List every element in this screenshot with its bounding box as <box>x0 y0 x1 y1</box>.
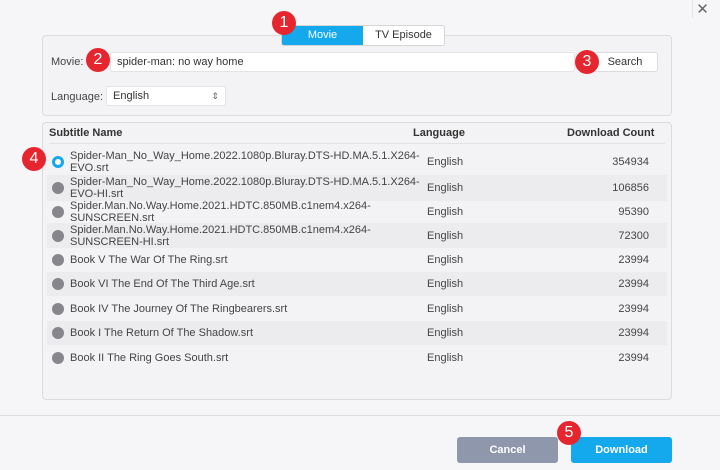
step-badge-2: 2 <box>86 48 110 72</box>
footer-divider <box>0 415 720 416</box>
table-row[interactable]: Book I The Return Of The Shadow.srt Engl… <box>47 321 667 345</box>
search-button[interactable]: Search <box>592 52 658 72</box>
download-count: 95390 <box>618 206 649 218</box>
download-count: 23994 <box>618 327 649 339</box>
table-row[interactable]: Book II The Ring Goes South.srt English … <box>47 346 667 370</box>
subtitle-language: English <box>427 352 464 364</box>
table-row[interactable]: Book VI The End Of The Third Age.srt Eng… <box>47 272 667 296</box>
subtitle-name: Book VI The End Of The Third Age.srt <box>70 278 255 290</box>
step-badge-3: 3 <box>575 50 599 74</box>
subtitle-language: English <box>427 303 464 315</box>
step-badge-4: 4 <box>22 147 46 171</box>
download-count: 23994 <box>618 303 649 315</box>
step-badge-5: 5 <box>557 421 581 445</box>
download-count: 23994 <box>618 352 649 364</box>
tab-tv-episode[interactable]: TV Episode <box>363 26 444 45</box>
header-language: Language <box>413 127 465 139</box>
radio-button[interactable] <box>52 254 64 266</box>
select-arrows-icon: ⇕ <box>211 91 219 101</box>
subtitle-name: Book V The War Of The Ring.srt <box>70 254 228 266</box>
mode-tabs: Movie TV Episode <box>281 25 445 46</box>
subtitle-name: Spider.Man.No.Way.Home.2021.HDTC.850MB.c… <box>70 223 371 248</box>
download-button[interactable]: Download <box>571 437 672 463</box>
subtitle-name: Book I The Return Of The Shadow.srt <box>70 327 254 339</box>
subtitle-language: English <box>427 156 464 168</box>
subtitle-table: Subtitle Name Language Download Count Sp… <box>42 122 672 400</box>
table-row[interactable]: Spider-Man_No_Way_Home.2022.1080p.Bluray… <box>47 150 667 174</box>
subtitle-name: Spider-Man_No_Way_Home.2022.1080p.Bluray… <box>70 150 420 174</box>
step-badge-1: 1 <box>272 11 296 35</box>
radio-button[interactable] <box>52 206 64 218</box>
subtitle-language: English <box>427 327 464 339</box>
subtitle-language: English <box>427 206 464 218</box>
language-value: English <box>113 90 150 102</box>
radio-button[interactable] <box>52 278 64 290</box>
radio-button[interactable] <box>52 352 64 364</box>
radio-button[interactable] <box>52 327 64 339</box>
table-row[interactable]: Book V The War Of The Ring.srt English 2… <box>47 248 667 272</box>
header-download-count: Download Count <box>567 127 655 139</box>
language-label: Language: <box>51 91 103 103</box>
subtitle-language: English <box>427 254 464 266</box>
cancel-button[interactable]: Cancel <box>457 437 558 463</box>
subtitle-name: Book II The Ring Goes South.srt <box>70 352 229 364</box>
movie-label: Movie: <box>51 56 84 68</box>
subtitle-name: Book IV The Journey Of The Ringbearers.s… <box>70 303 288 315</box>
subtitle-language: English <box>427 182 464 194</box>
table-row[interactable]: Spider.Man.No.Way.Home.2021.HDTC.850MB.c… <box>47 223 667 248</box>
radio-button[interactable] <box>52 182 64 194</box>
download-count: 106856 <box>612 182 649 194</box>
close-button[interactable]: ✕ <box>692 0 712 18</box>
table-row[interactable]: Book IV The Journey Of The Ringbearers.s… <box>47 297 667 321</box>
download-count: 72300 <box>618 229 649 242</box>
subtitle-language: English <box>427 229 464 242</box>
radio-button[interactable] <box>52 303 64 315</box>
radio-button[interactable] <box>52 229 64 242</box>
subtitle-name: Spider.Man.No.Way.Home.2021.HDTC.850MB.c… <box>70 200 371 224</box>
movie-input[interactable]: spider-man: no way home <box>110 52 575 72</box>
download-count: 23994 <box>618 254 649 266</box>
radio-button[interactable] <box>52 156 64 168</box>
subtitle-language: English <box>427 278 464 290</box>
language-select[interactable]: English ⇕ <box>106 86 226 106</box>
table-row[interactable]: Spider-Man_No_Way_Home.2022.1080p.Bluray… <box>47 175 667 201</box>
subtitle-name: Spider-Man_No_Way_Home.2022.1080p.Bluray… <box>70 176 420 200</box>
table-header: Subtitle Name Language Download Count <box>49 127 665 144</box>
download-count: 354934 <box>612 156 649 168</box>
download-count: 23994 <box>618 278 649 290</box>
header-subtitle-name: Subtitle Name <box>49 127 123 139</box>
table-row[interactable]: Spider.Man.No.Way.Home.2021.HDTC.850MB.c… <box>47 200 667 224</box>
